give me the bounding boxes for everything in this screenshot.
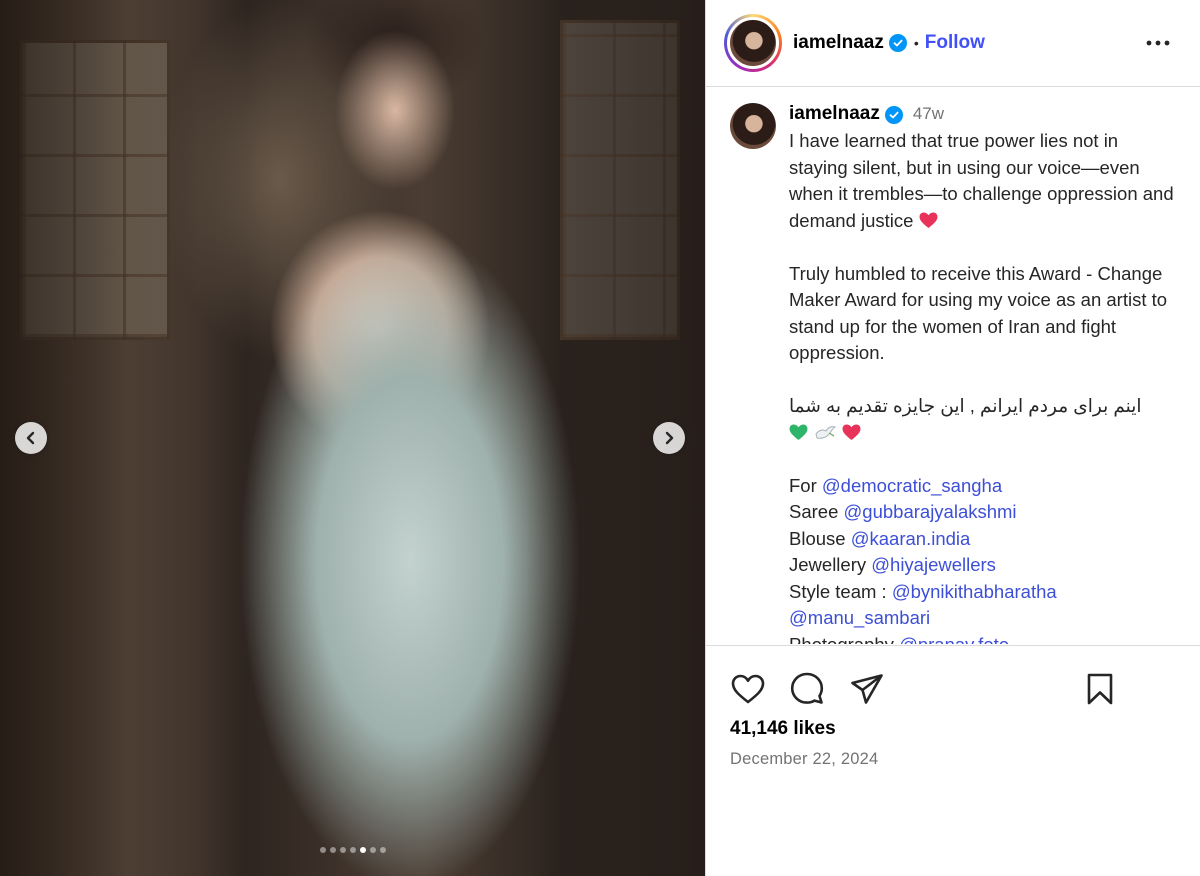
carousel-dot	[339, 847, 346, 853]
red-heart-emoji-icon	[842, 424, 861, 441]
post-timestamp[interactable]: 47w	[913, 101, 944, 128]
mention-link[interactable]: @democratic_sangha	[822, 475, 1002, 496]
post-media[interactable]	[0, 0, 705, 876]
mention-link[interactable]: @bynikithabharatha	[892, 581, 1057, 602]
comment-icon	[790, 672, 824, 704]
carousel-dot	[329, 847, 336, 853]
save-button[interactable]	[1082, 671, 1118, 707]
carousel-indicator	[0, 847, 705, 853]
carousel-dot	[369, 847, 376, 853]
caption-paragraph: I have learned that true power lies not …	[789, 130, 1179, 231]
chevron-right-icon	[665, 431, 674, 445]
credit-line: For @democratic_sangha	[789, 474, 1003, 496]
carousel-prev-button[interactable]	[15, 422, 47, 454]
follow-button[interactable]: Follow	[925, 32, 985, 54]
avatar	[730, 103, 776, 149]
more-options-icon	[1146, 40, 1170, 46]
verified-badge-icon	[888, 34, 907, 52]
header-username[interactable]: iamelnaaz	[793, 32, 884, 54]
carousel-dot	[319, 847, 326, 853]
carousel-dot	[349, 847, 356, 853]
emoji-row	[789, 420, 1179, 447]
separator-dot: •	[913, 35, 919, 51]
credit-line: @manu_sambari	[789, 605, 1179, 632]
heart-icon	[731, 674, 765, 704]
post-side-panel: iamelnaaz • Follow iamelnaaz 47w I have …	[705, 0, 1200, 876]
credit-line: Blouse @kaaran.india	[789, 527, 971, 549]
caption-header: iamelnaaz 47w	[789, 101, 1179, 128]
carousel-dot	[359, 847, 366, 853]
action-bar: 41,146 likes December 22, 2024	[706, 645, 1200, 876]
mention-link[interactable]: @pranav.foto	[899, 634, 1009, 645]
caption-paragraph: Truly humbled to receive this Award - Ch…	[789, 262, 1173, 364]
likes-count[interactable]: 41,146 likes	[730, 718, 836, 740]
mention-link[interactable]: @kaaran.india	[851, 528, 971, 549]
mention-link[interactable]: @hiyajewellers	[871, 554, 996, 575]
post-header: iamelnaaz • Follow	[706, 0, 1200, 87]
chevron-left-icon	[26, 431, 35, 445]
red-heart-emoji-icon	[919, 211, 938, 228]
caption-username[interactable]: iamelnaaz	[789, 101, 880, 128]
mention-link[interactable]: @manu_sambari	[789, 607, 930, 628]
mention-link[interactable]: @gubbarajyalakshmi	[844, 501, 1017, 522]
caption-persian-line: اینم برای مردم ایرانم , این جایزه تقدیم …	[789, 395, 1142, 416]
carousel-dot	[379, 847, 386, 853]
share-icon	[851, 674, 883, 704]
dove-emoji-icon	[815, 425, 836, 439]
avatar	[727, 17, 779, 69]
share-button[interactable]	[849, 671, 885, 707]
bookmark-icon	[1087, 673, 1113, 705]
avatar-story-ring[interactable]	[724, 14, 782, 72]
credit-line: Photography @pranav.foto	[789, 632, 1179, 645]
caption-avatar[interactable]	[730, 103, 776, 149]
like-button[interactable]	[730, 671, 766, 707]
credit-line: Jewellery @hiyajewellers	[789, 554, 996, 575]
post-date[interactable]: December 22, 2024	[730, 750, 878, 769]
verified-badge-icon	[884, 105, 903, 124]
comment-button[interactable]	[789, 671, 825, 707]
carousel-next-button[interactable]	[653, 422, 685, 454]
credit-line: Style team : @bynikithabharatha	[789, 580, 1057, 602]
caption-body: iamelnaaz 47w I have learned that true p…	[789, 101, 1179, 644]
caption-section[interactable]: iamelnaaz 47w I have learned that true p…	[706, 88, 1200, 644]
green-heart-emoji-icon	[789, 424, 808, 441]
credit-line: Saree @gubbarajyalakshmi	[789, 501, 1017, 522]
more-options-button[interactable]	[1145, 30, 1171, 56]
